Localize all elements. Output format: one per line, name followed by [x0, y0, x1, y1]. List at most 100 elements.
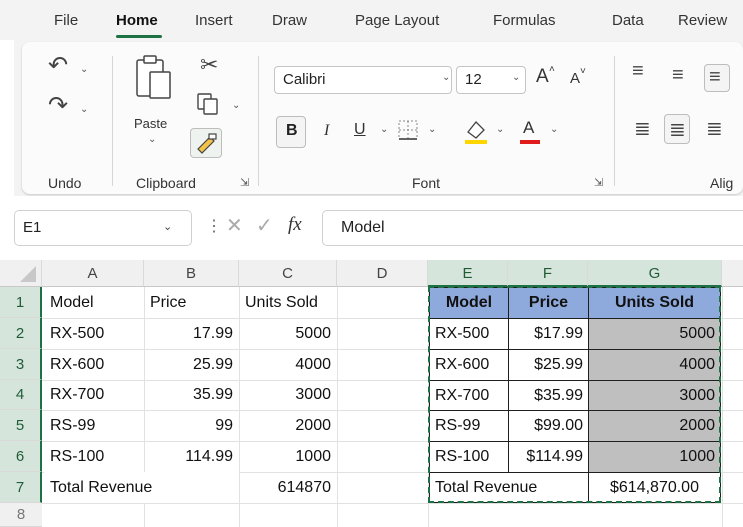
row-header-4[interactable]: 4: [0, 380, 42, 410]
cell-b3[interactable]: 25.99: [144, 349, 239, 380]
cell-c4[interactable]: 3000: [239, 380, 337, 410]
cell-c5[interactable]: 2000: [239, 410, 337, 441]
align-bottom-button[interactable]: ≡: [704, 64, 730, 92]
copy-icon[interactable]: [196, 92, 220, 116]
cell-b5[interactable]: 99: [144, 410, 239, 441]
font-color-button[interactable]: A: [518, 116, 542, 148]
cell-f4[interactable]: $35.99: [508, 380, 589, 411]
column-header-f[interactable]: F: [508, 260, 588, 287]
cell-e7[interactable]: Total Revenue: [429, 472, 589, 503]
align-center-button[interactable]: ≣: [664, 114, 690, 144]
cell-c6[interactable]: 1000: [239, 441, 337, 472]
tab-home[interactable]: Home: [116, 12, 158, 29]
column-header-c[interactable]: C: [239, 260, 337, 287]
cell-e2[interactable]: RX-500: [429, 318, 509, 350]
fill-color-dropdown-icon[interactable]: ⌄: [496, 124, 504, 135]
font-launcher-icon[interactable]: ⇲: [594, 176, 603, 189]
cell-e6[interactable]: RS-100: [429, 441, 509, 473]
cell-a4[interactable]: RX-700: [44, 380, 144, 410]
row-header-8[interactable]: 8: [0, 503, 42, 527]
column-header-e[interactable]: E: [428, 260, 508, 287]
undo-dropdown-icon[interactable]: ⌄: [80, 64, 88, 75]
cell-a1[interactable]: Model: [44, 287, 144, 318]
cell-g5[interactable]: 2000: [588, 410, 721, 442]
clipboard-launcher-icon[interactable]: ⇲: [240, 176, 249, 189]
cell-b6[interactable]: 114.99: [144, 441, 239, 472]
font-name-field[interactable]: Calibri: [274, 66, 452, 94]
align-left-icon[interactable]: ≣: [634, 116, 651, 141]
enter-icon[interactable]: ✓: [256, 213, 273, 238]
shrink-font-icon[interactable]: A: [570, 70, 580, 87]
row-header-1[interactable]: 1: [0, 287, 42, 318]
cell-f6[interactable]: $114.99: [508, 441, 589, 473]
cell-g4[interactable]: 3000: [588, 380, 721, 411]
cell-c2[interactable]: 5000: [239, 318, 337, 349]
bold-button[interactable]: B: [276, 116, 306, 148]
copy-dropdown-icon[interactable]: ⌄: [232, 100, 240, 111]
column-header-g[interactable]: G: [588, 260, 722, 287]
row-header-3[interactable]: 3: [0, 349, 42, 380]
cell-a5[interactable]: RS-99: [44, 410, 144, 441]
name-box[interactable]: E1 ⌄: [14, 210, 192, 246]
underline-dropdown-icon[interactable]: ⌄: [380, 124, 388, 135]
cell-f3[interactable]: $25.99: [508, 349, 589, 381]
paste-clipboard-icon[interactable]: [134, 52, 174, 102]
column-header-a[interactable]: A: [42, 260, 144, 287]
cell-b1[interactable]: Price: [144, 287, 239, 318]
name-box-dropdown-icon[interactable]: ⌄: [163, 220, 172, 233]
tab-formulas[interactable]: Formulas: [493, 12, 556, 29]
cell-a6[interactable]: RS-100: [44, 441, 144, 472]
cell-e1[interactable]: Model: [429, 287, 509, 319]
cell-c3[interactable]: 4000: [239, 349, 337, 380]
cell-f5[interactable]: $99.00: [508, 410, 589, 442]
column-header-h[interactable]: [722, 260, 743, 287]
cell-c7[interactable]: 614870: [239, 472, 337, 503]
borders-icon[interactable]: [396, 118, 420, 142]
cell-g2[interactable]: 5000: [588, 318, 721, 350]
tab-review[interactable]: Review: [678, 12, 727, 29]
cell-e5[interactable]: RS-99: [429, 410, 509, 442]
paste-dropdown-icon[interactable]: ⌄: [148, 134, 156, 145]
row-header-6[interactable]: 6: [0, 441, 42, 472]
redo-dropdown-icon[interactable]: ⌄: [80, 104, 88, 115]
cell-g6[interactable]: 1000: [588, 441, 721, 473]
fill-color-icon[interactable]: [462, 116, 490, 146]
font-name-dropdown-icon[interactable]: ⌄: [442, 72, 450, 83]
undo-icon[interactable]: ↶: [48, 54, 68, 78]
cut-icon[interactable]: ✂: [200, 54, 218, 76]
formula-bar-options-icon[interactable]: ⋮: [206, 216, 222, 236]
tab-file[interactable]: File: [54, 12, 78, 29]
italic-button[interactable]: I: [324, 122, 329, 140]
cell-c1[interactable]: Units Sold: [239, 287, 337, 318]
cell-a3[interactable]: RX-600: [44, 349, 144, 380]
font-color-dropdown-icon[interactable]: ⌄: [550, 124, 558, 135]
cell-a2[interactable]: RX-500: [44, 318, 144, 349]
row-header-5[interactable]: 5: [0, 410, 42, 441]
tab-draw[interactable]: Draw: [272, 12, 307, 29]
cancel-icon[interactable]: ✕: [226, 213, 243, 238]
row-header-2[interactable]: 2: [0, 318, 42, 349]
row-header-7[interactable]: 7: [0, 472, 42, 503]
redo-icon[interactable]: ↷: [48, 94, 68, 118]
cell-a7[interactable]: Total Revenue: [44, 472, 239, 503]
paste-button[interactable]: Paste: [134, 116, 167, 131]
format-painter-button[interactable]: [190, 128, 222, 158]
cell-g1[interactable]: Units Sold: [588, 287, 721, 319]
underline-button[interactable]: U: [354, 121, 366, 139]
cell-b2[interactable]: 17.99: [144, 318, 239, 349]
borders-dropdown-icon[interactable]: ⌄: [428, 124, 436, 135]
align-top-icon[interactable]: ≡: [632, 60, 644, 83]
align-right-icon[interactable]: ≣: [706, 116, 723, 141]
insert-function-button[interactable]: fx: [288, 214, 302, 236]
font-size-dropdown-icon[interactable]: ⌄: [512, 72, 520, 83]
grow-font-icon[interactable]: A: [536, 66, 549, 88]
tab-data[interactable]: Data: [612, 12, 644, 29]
cell-f1[interactable]: Price: [508, 287, 589, 319]
tab-insert[interactable]: Insert: [195, 12, 233, 29]
cell-g7[interactable]: $614,870.00: [588, 472, 721, 503]
cell-f2[interactable]: $17.99: [508, 318, 589, 350]
column-header-d[interactable]: D: [337, 260, 428, 287]
cell-e4[interactable]: RX-700: [429, 380, 509, 411]
select-all-corner[interactable]: [0, 260, 42, 287]
align-middle-icon[interactable]: ≡: [672, 64, 684, 87]
